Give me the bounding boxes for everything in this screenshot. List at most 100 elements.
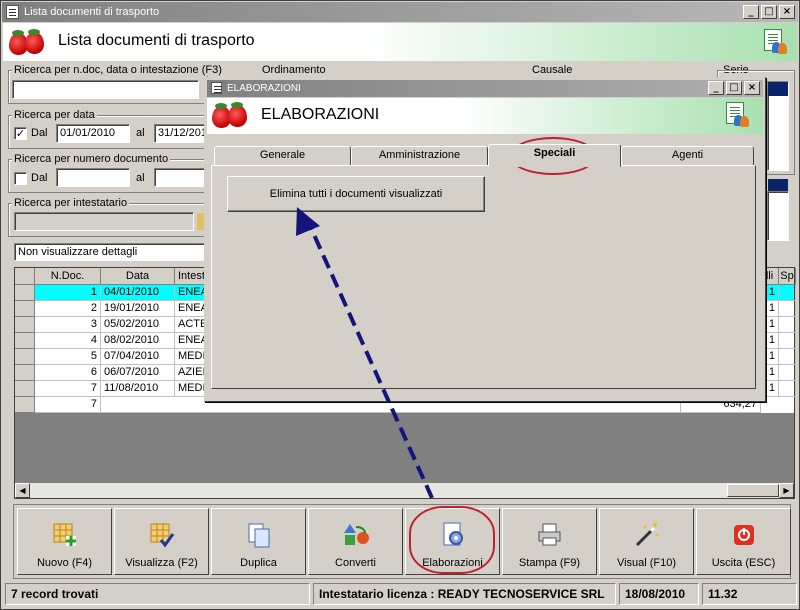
users-report-icon[interactable] bbox=[761, 28, 787, 56]
search-group-label: Ricerca per n.doc, data o intestazione (… bbox=[12, 64, 224, 76]
tab-generale[interactable]: Generale bbox=[214, 146, 351, 166]
secondary-list[interactable] bbox=[767, 191, 789, 241]
power-icon bbox=[734, 525, 754, 545]
dialog-title-bar: ELABORAZIONI _ □ × bbox=[207, 80, 763, 97]
dialog-tabs: Generale Amministrazione Speciali Agenti bbox=[211, 144, 756, 167]
title-bar: Lista documenti di trasporto _ □ × bbox=[2, 2, 798, 22]
tab-speciali[interactable]: Speciali bbox=[488, 144, 621, 167]
holder-search-label: Ricerca per intestatario bbox=[12, 197, 130, 209]
table-cell-date: 19/01/2010 bbox=[101, 301, 175, 317]
table-cell-num: 2 bbox=[35, 301, 101, 317]
table-cell-sp bbox=[779, 317, 796, 333]
row-selector[interactable] bbox=[15, 285, 35, 301]
ordinamento-label: Ordinamento bbox=[260, 64, 328, 76]
exit-button[interactable]: Uscita (ESC) bbox=[696, 508, 791, 575]
number-to-label: al bbox=[136, 172, 145, 184]
dialog-title: ELABORAZIONI bbox=[227, 83, 301, 94]
view-document-icon bbox=[150, 523, 175, 548]
row-selector bbox=[15, 397, 35, 413]
scroll-left-icon[interactable]: ◀ bbox=[15, 483, 30, 498]
elaborazioni-dialog: ELABORAZIONI _ □ × ELABORAZIONI Generale… bbox=[204, 77, 766, 402]
new-document-icon bbox=[53, 523, 76, 546]
serie-selected-item[interactable] bbox=[768, 82, 788, 96]
date-filter-checkbox[interactable]: ✓ bbox=[14, 127, 27, 140]
serie-selected-item-2[interactable] bbox=[768, 179, 788, 191]
dialog-maximize-button[interactable]: □ bbox=[726, 81, 742, 95]
duplicate-icon bbox=[248, 523, 270, 548]
date-from-input[interactable]: 01/01/2010 bbox=[56, 124, 130, 143]
table-cell-num: 6 bbox=[35, 365, 101, 381]
date-to-label: al bbox=[136, 127, 145, 139]
row-selector[interactable] bbox=[15, 301, 35, 317]
window-title: Lista documenti di trasporto bbox=[24, 6, 160, 18]
visual-button[interactable]: Visual (F10) bbox=[599, 508, 694, 575]
scroll-right-icon[interactable]: ▶ bbox=[779, 483, 794, 498]
details-select[interactable]: Non visualizzare dettagli bbox=[14, 243, 210, 261]
visual-button-label: Visual (F10) bbox=[616, 557, 677, 569]
status-date: 18/08/2010 bbox=[619, 583, 699, 605]
print-button-label: Stampa (F9) bbox=[518, 557, 581, 569]
convert-icon bbox=[344, 524, 369, 545]
document-icon bbox=[6, 5, 19, 19]
status-time: 11.32 bbox=[702, 583, 797, 605]
table-cell-date: 08/02/2010 bbox=[101, 333, 175, 349]
number-filter-checkbox[interactable] bbox=[14, 172, 27, 185]
number-search-label: Ricerca per numero documento bbox=[12, 153, 171, 165]
table-cell-sp bbox=[779, 285, 796, 301]
status-record-count: 7 record trovati bbox=[5, 583, 310, 605]
table-cell-sp bbox=[779, 349, 796, 365]
row-selector[interactable] bbox=[15, 317, 35, 333]
holder-input[interactable] bbox=[14, 212, 194, 231]
number-from-input[interactable] bbox=[56, 168, 130, 187]
table-cell-num: 3 bbox=[35, 317, 101, 333]
minimize-button[interactable]: _ bbox=[743, 5, 759, 19]
number-from-label: Dal bbox=[31, 172, 48, 184]
status-bar: 7 record trovati Intestatario licenza : … bbox=[3, 583, 797, 607]
action-toolbar: Nuovo (F4) Visualizza (F2) Duplica Conve… bbox=[13, 504, 791, 579]
horizontal-scrollbar[interactable]: ◀ ▶ bbox=[15, 483, 794, 498]
strawberry-logo-icon bbox=[9, 29, 49, 57]
dialog-document-icon bbox=[211, 82, 222, 94]
table-cell-sp bbox=[779, 301, 796, 317]
close-button[interactable]: × bbox=[779, 5, 795, 19]
column-header-ndoc[interactable]: N.Doc. bbox=[35, 268, 101, 285]
gears-document-icon bbox=[443, 522, 463, 546]
scroll-thumb[interactable] bbox=[727, 484, 779, 497]
search-input[interactable] bbox=[12, 80, 199, 99]
dialog-strawberry-icon bbox=[212, 102, 252, 130]
elaborazioni-button[interactable]: Elaborazioni bbox=[405, 508, 500, 575]
dialog-minimize-button[interactable]: _ bbox=[708, 81, 724, 95]
tab-agenti[interactable]: Agenti bbox=[621, 146, 754, 166]
duplicate-button[interactable]: Duplica bbox=[211, 508, 306, 575]
convert-button[interactable]: Converti bbox=[308, 508, 403, 575]
speciali-panel: Elimina tutti i documenti visualizzati bbox=[211, 165, 756, 389]
table-cell-date: 07/04/2010 bbox=[101, 349, 175, 365]
dialog-close-button[interactable]: × bbox=[744, 81, 760, 95]
print-button[interactable]: Stampa (F9) bbox=[502, 508, 597, 575]
page-title: Lista documenti di trasporto bbox=[58, 32, 255, 49]
row-selector[interactable] bbox=[15, 333, 35, 349]
column-header-date[interactable]: Data bbox=[101, 268, 175, 285]
delete-all-documents-button[interactable]: Elimina tutti i documenti visualizzati bbox=[227, 176, 485, 212]
elaborazioni-button-label: Elaborazioni bbox=[422, 557, 483, 569]
table-cell-date: 04/01/2010 bbox=[101, 285, 175, 301]
new-button-label: Nuovo (F4) bbox=[36, 557, 93, 569]
total-count: 7 bbox=[35, 397, 101, 413]
date-search-label: Ricerca per data bbox=[12, 109, 97, 121]
status-license: Intestatario licenza : READY TECNOSERVIC… bbox=[313, 583, 616, 605]
column-header-sp[interactable]: Sp bbox=[779, 268, 796, 285]
row-selector[interactable] bbox=[15, 381, 35, 397]
exit-button-label: Uscita (ESC) bbox=[711, 557, 776, 569]
table-cell-num: 7 bbox=[35, 381, 101, 397]
tab-amministrazione[interactable]: Amministrazione bbox=[351, 146, 488, 166]
date-from-label: Dal bbox=[31, 127, 48, 139]
view-button[interactable]: Visualizza (F2) bbox=[114, 508, 209, 575]
row-selector[interactable] bbox=[15, 365, 35, 381]
table-cell-num: 5 bbox=[35, 349, 101, 365]
new-button[interactable]: Nuovo (F4) bbox=[17, 508, 112, 575]
view-button-label: Visualizza (F2) bbox=[125, 557, 198, 569]
dialog-header: ELABORAZIONI bbox=[207, 98, 763, 134]
table-cell-num: 1 bbox=[35, 285, 101, 301]
maximize-button[interactable]: □ bbox=[761, 5, 777, 19]
row-selector[interactable] bbox=[15, 349, 35, 365]
